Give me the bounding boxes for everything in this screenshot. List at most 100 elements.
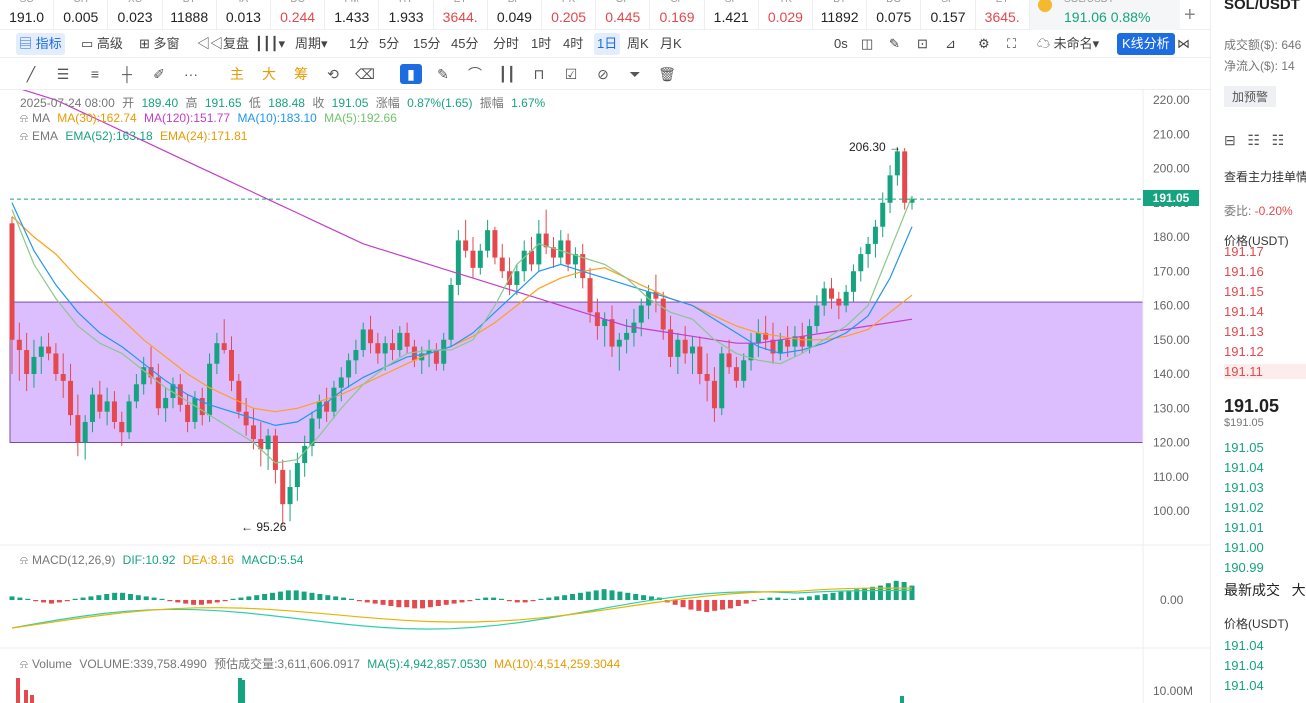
- ticker-item[interactable]: CF 0.169: [650, 0, 705, 29]
- macd-bar: [25, 598, 31, 600]
- crop-icon[interactable]: ⊡: [914, 33, 931, 55]
- ticker-item[interactable]: PK 0.205: [542, 0, 597, 29]
- bell-icon[interactable]: ⍾: [20, 553, 28, 567]
- magnet-icon[interactable]: ⊘: [592, 64, 614, 84]
- camera-icon[interactable]: ◫: [858, 33, 876, 55]
- bell-icon[interactable]: ⍾: [20, 657, 28, 671]
- multiwindow-button[interactable]: ⊞ 多窗: [136, 33, 183, 55]
- indicators-button[interactable]: ▤ 指标: [16, 33, 65, 55]
- layout-name-button[interactable]: ☁ 未命名▾: [1034, 33, 1102, 55]
- volume-bar: [24, 690, 28, 703]
- line-tool-icon[interactable]: ╱: [20, 64, 42, 84]
- ticker-item[interactable]: BT 11888: [163, 0, 217, 29]
- chart-type-button[interactable]: ┃┃┃▾: [252, 33, 288, 55]
- rotate-icon[interactable]: ⟲: [322, 64, 344, 84]
- cross-tool-icon[interactable]: ┼: [116, 64, 138, 84]
- macd-bar: [601, 589, 607, 600]
- y-axis-tick: 150.00: [1153, 333, 1190, 347]
- measure-icon[interactable]: ⊿: [942, 33, 959, 55]
- ticker-item[interactable]: DO 0.075: [867, 0, 922, 29]
- macd-bar: [459, 600, 465, 603]
- active-ticker-price: 191.06 0.88%: [1064, 9, 1151, 25]
- more-tools-icon[interactable]: ···: [180, 64, 202, 84]
- candle-body: [829, 288, 835, 299]
- big-order-button[interactable]: 大: [258, 64, 280, 84]
- add-alert-button[interactable]: 加预警: [1224, 86, 1277, 107]
- candle-tool-icon[interactable]: ┃┃: [496, 64, 518, 84]
- ticker-item[interactable]: GP 0.445: [596, 0, 651, 29]
- candle-body: [536, 233, 542, 265]
- interval-1[interactable]: 5分: [376, 33, 402, 55]
- interval-3[interactable]: 45分: [448, 33, 481, 55]
- macd-bar: [151, 597, 157, 600]
- macd-bar: [325, 595, 331, 600]
- ticker-symbol: BT: [163, 0, 216, 5]
- replay-button[interactable]: ◁◁复盘: [194, 33, 252, 55]
- chip-distribution-button[interactable]: 筹: [290, 64, 312, 84]
- candle-body: [726, 353, 732, 368]
- ticker-item[interactable]: HY 1.933: [379, 0, 434, 29]
- ticker-item[interactable]: SC 191.0: [0, 0, 55, 29]
- hline-tool-icon[interactable]: ☰: [52, 64, 74, 84]
- trash-icon[interactable]: 🗑: [656, 64, 678, 84]
- active-ticker-tab[interactable]: SOL/USDT 191.06 0.88%: [1030, 0, 1180, 30]
- ticker-item[interactable]: ET 3645.: [976, 0, 1030, 29]
- interval-6[interactable]: 4时: [560, 33, 586, 55]
- candle-body: [594, 312, 600, 327]
- interval-4[interactable]: 分时: [490, 33, 522, 55]
- ticker-item[interactable]: CH 0.005: [54, 0, 109, 29]
- interval-5[interactable]: 1时: [528, 33, 554, 55]
- candle-body: [411, 346, 417, 361]
- period-button[interactable]: 周期▾: [292, 33, 331, 55]
- main-orders-link[interactable]: 查看主力挂单情: [1224, 168, 1306, 185]
- bell-icon[interactable]: ⍾: [20, 111, 28, 125]
- note-icon[interactable]: ☑: [560, 64, 582, 84]
- ticker-item[interactable]: FM 1.433: [325, 0, 380, 29]
- ticker-item[interactable]: BT 11892: [813, 0, 868, 29]
- interval-8[interactable]: 周K: [624, 33, 652, 55]
- ticker-item[interactable]: BP 0.049: [488, 0, 542, 29]
- ticker-item[interactable]: SP 0.157: [921, 0, 976, 29]
- settings-gear-icon[interactable]: ⚙: [975, 33, 993, 55]
- candlestick-chart[interactable]: 220.00210.00200.00190.00180.00170.00160.…: [0, 90, 1210, 703]
- ticker-item[interactable]: XC 0.023: [108, 0, 163, 29]
- advanced-button[interactable]: ▭ 高级: [78, 33, 126, 55]
- ticker-item[interactable]: SF 1.421: [705, 0, 759, 29]
- macd-bar: [806, 596, 812, 600]
- y-axis-tick: 120.00: [1153, 436, 1190, 450]
- interval-9[interactable]: 月K: [657, 33, 685, 55]
- recent-trades-tab[interactable]: 最新成交 大: [1224, 580, 1306, 600]
- ruler-tool-icon[interactable]: ✐: [148, 64, 170, 84]
- filter-icon[interactable]: ⏷: [624, 64, 646, 84]
- pen-icon[interactable]: ✎: [886, 33, 903, 55]
- orderbook-layout-icons[interactable]: ⊟ ☷ ☷: [1224, 132, 1284, 149]
- interval-2[interactable]: 15分: [410, 33, 443, 55]
- bell-icon[interactable]: ⍾: [20, 129, 28, 143]
- ticker-item[interactable]: IA 0.013: [217, 0, 271, 29]
- interval-0[interactable]: 1分: [346, 33, 372, 55]
- bookmark-icon[interactable]: ▮: [400, 64, 422, 84]
- interval-7[interactable]: 1日: [594, 33, 621, 55]
- lock-icon[interactable]: ⊓: [528, 64, 550, 84]
- candle-body: [368, 329, 374, 344]
- brush-icon[interactable]: ⌒: [464, 64, 486, 84]
- ticker-item[interactable]: ET 3644.: [434, 0, 488, 29]
- chart-area[interactable]: 220.00210.00200.00190.00180.00170.00160.…: [0, 90, 1210, 703]
- candle-body: [243, 411, 249, 426]
- candle-body: [389, 343, 395, 351]
- candle-body: [302, 445, 308, 464]
- macd-bar: [522, 600, 528, 603]
- candle-body: [755, 332, 761, 344]
- pencil-icon[interactable]: ✎: [432, 64, 454, 84]
- ticker-item[interactable]: DC 0.244: [271, 0, 326, 29]
- fullscreen-icon[interactable]: ⛶: [1004, 33, 1019, 55]
- candle-body: [902, 151, 908, 203]
- add-tab-icon[interactable]: +: [1184, 4, 1196, 27]
- kline-analysis-button[interactable]: K线分析: [1117, 33, 1175, 55]
- macd-bar: [814, 595, 820, 600]
- ticker-item[interactable]: TK 0.029: [759, 0, 813, 29]
- eraser-icon[interactable]: ⌫: [354, 64, 376, 84]
- channel-tool-icon[interactable]: ≡: [84, 64, 106, 84]
- main-indicator-button[interactable]: 主: [226, 64, 248, 84]
- share-icon[interactable]: ⋈: [1174, 33, 1193, 55]
